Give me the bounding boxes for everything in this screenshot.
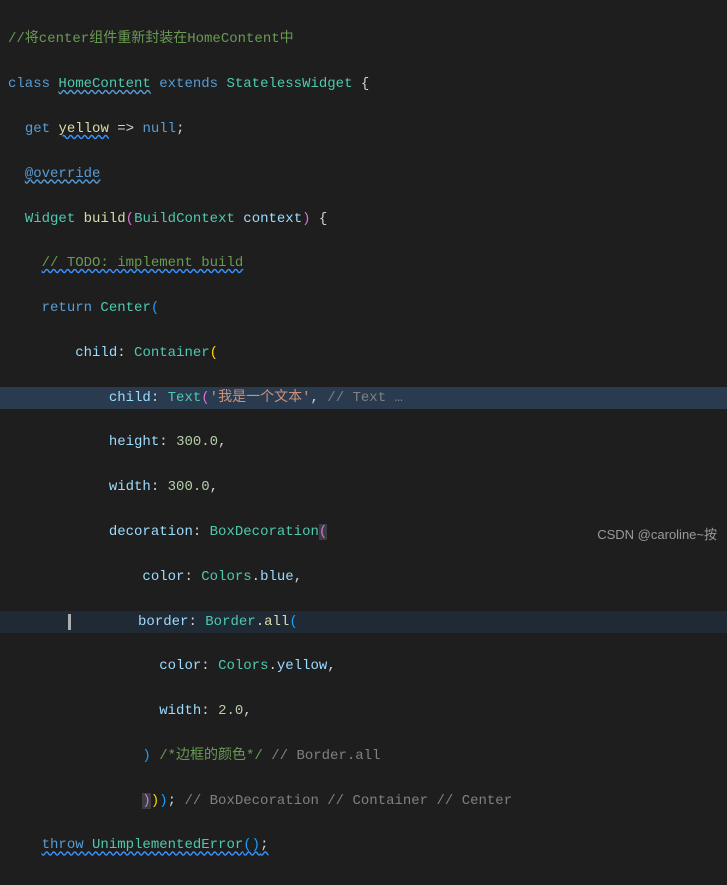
comment: //将center组件重新封装在HomeContent中: [8, 31, 294, 47]
annotation: @override: [25, 166, 101, 182]
code-line: throw UnimplementedError();: [8, 834, 719, 856]
code-line: width: 2.0,: [8, 700, 719, 722]
code-line: Widget build(BuildContext context) {: [8, 208, 719, 230]
inline-hint: // Text …: [319, 390, 403, 406]
code-line: ) /*边框的颜色*/ // Border.all: [8, 745, 719, 767]
code-line: // TODO: implement build: [8, 252, 719, 274]
code-line: width: 300.0,: [8, 476, 719, 498]
text-cursor: [68, 614, 71, 629]
inline-hint: // Border.all: [263, 748, 381, 764]
code-line: ))); // BoxDecoration // Container // Ce…: [8, 790, 719, 812]
inline-hint: // BoxDecoration // Container // Center: [176, 793, 512, 809]
code-line-active: border: Border.all(: [0, 611, 727, 633]
code-line: class HomeContent extends StatelessWidge…: [8, 73, 719, 95]
code-line: @override: [8, 163, 719, 185]
code-line: get yellow => null;: [8, 118, 719, 140]
code-line: height: 300.0,: [8, 431, 719, 453]
code-line: color: Colors.blue,: [8, 566, 719, 588]
code-line: color: Colors.yellow,: [8, 655, 719, 677]
code-line: child: Container(: [8, 342, 719, 364]
todo-comment: // TODO: implement build: [42, 255, 244, 271]
code-line-highlight: child: Text('我是一个文本', // Text …: [0, 387, 727, 409]
class-name: HomeContent: [58, 76, 150, 92]
watermark-text: CSDN @caroline~按: [597, 525, 717, 546]
string-literal: '我是一个文本': [210, 390, 311, 406]
code-editor[interactable]: //将center组件重新封装在HomeContent中 class HomeC…: [0, 0, 727, 885]
code-line: return Center(: [8, 297, 719, 319]
code-line: //将center组件重新封装在HomeContent中: [8, 28, 719, 50]
